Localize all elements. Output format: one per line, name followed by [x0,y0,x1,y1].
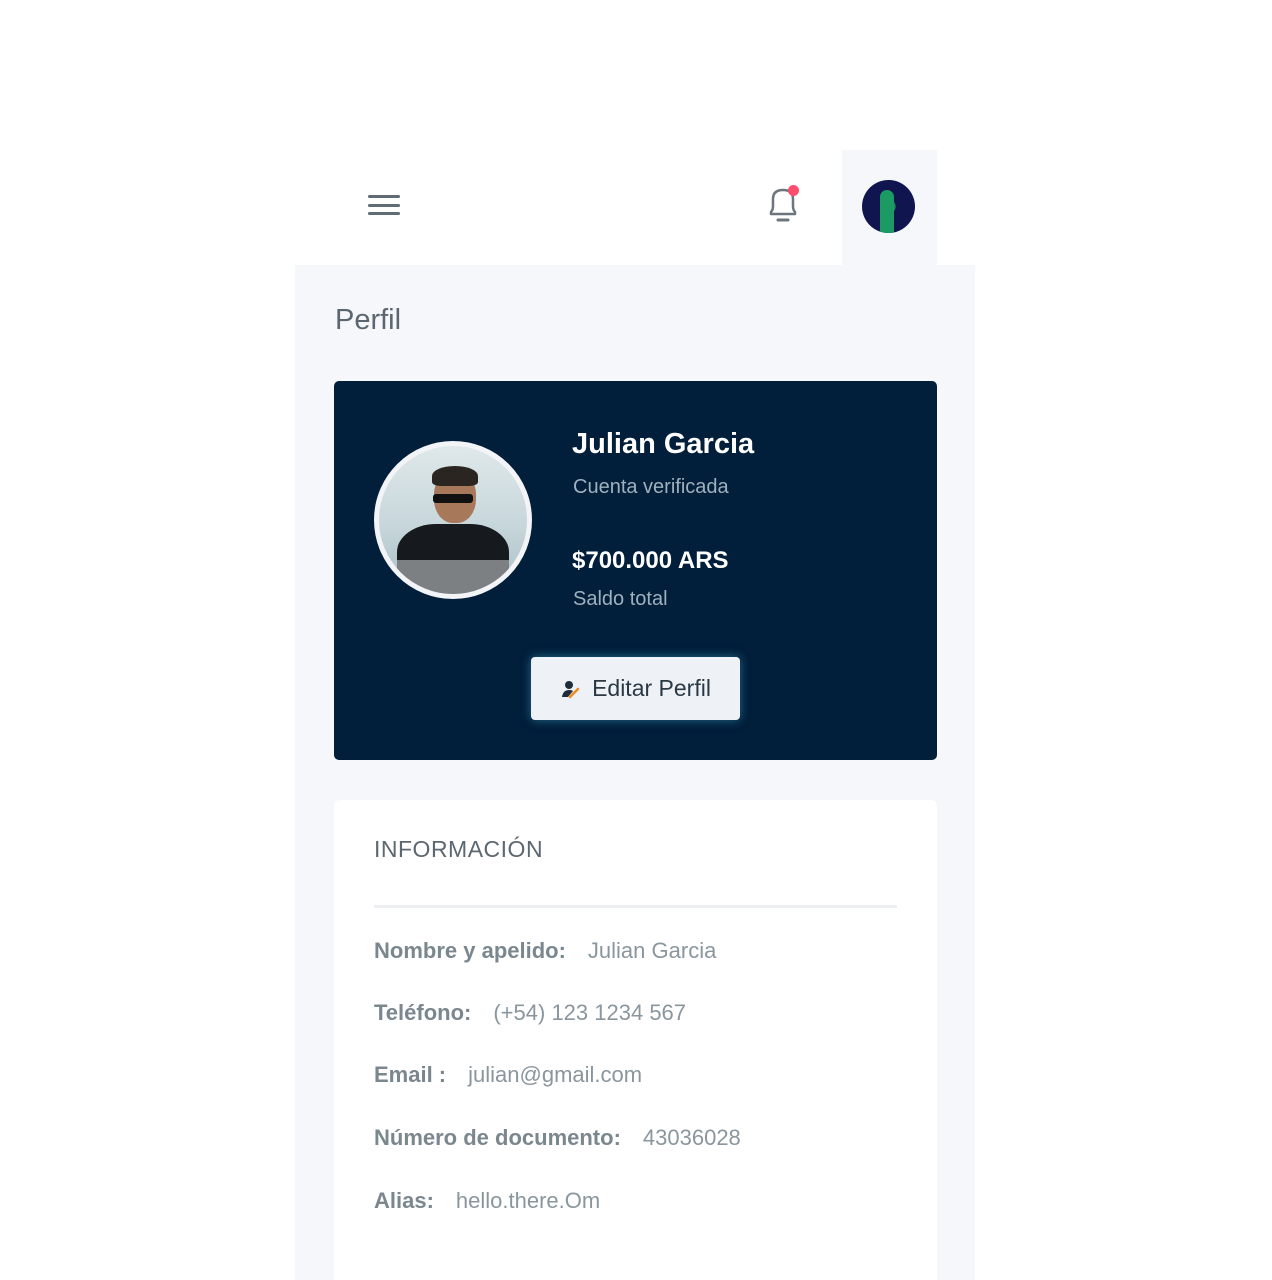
edit-profile-button[interactable]: Editar Perfil [531,657,740,720]
photo-glasses [433,494,473,503]
hamburger-menu-icon[interactable] [368,193,400,217]
user-edit-icon [560,679,582,699]
info-value: (+54) 123 1234 567 [493,1000,687,1025]
menu-line [368,195,400,198]
user-avatar[interactable] [862,180,915,233]
info-row-document: Número de documento: 43036028 [374,1125,741,1151]
notification-badge [788,185,799,196]
photo-hair [432,466,478,486]
info-value: 43036028 [642,1125,741,1150]
profile-photo [374,441,532,599]
menu-line [368,212,400,215]
menu-line [368,203,400,207]
info-label: Teléfono: [374,1000,472,1025]
info-row-phone: Teléfono: (+54) 123 1234 567 [374,1000,686,1026]
info-value: Julian Garcia [587,938,717,963]
profile-name: Julian Garcia [572,428,755,460]
balance-amount: $700.000 ARS [572,547,729,574]
info-value: julian@gmail.com [468,1062,643,1087]
info-row-alias: Alias: hello.there.Om [374,1188,600,1214]
info-label: Email : [374,1062,447,1087]
info-row-email: Email : julian@gmail.com [374,1062,642,1088]
info-row-name: Nombre y apelido: Julian Garcia [374,938,716,964]
info-value: hello.there.Om [455,1188,601,1213]
page-title: Perfil [335,304,402,336]
edit-profile-label: Editar Perfil [592,675,711,701]
divider [374,905,897,908]
info-label: Nombre y apelido: [374,938,566,963]
info-section-title: INFORMACIÓN [374,836,544,862]
verification-status: Cuenta verificada [573,476,729,498]
photo-shirt [397,524,509,594]
balance-label: Saldo total [573,588,668,610]
info-label: Número de documento: [374,1125,621,1150]
info-label: Alias: [374,1188,434,1213]
